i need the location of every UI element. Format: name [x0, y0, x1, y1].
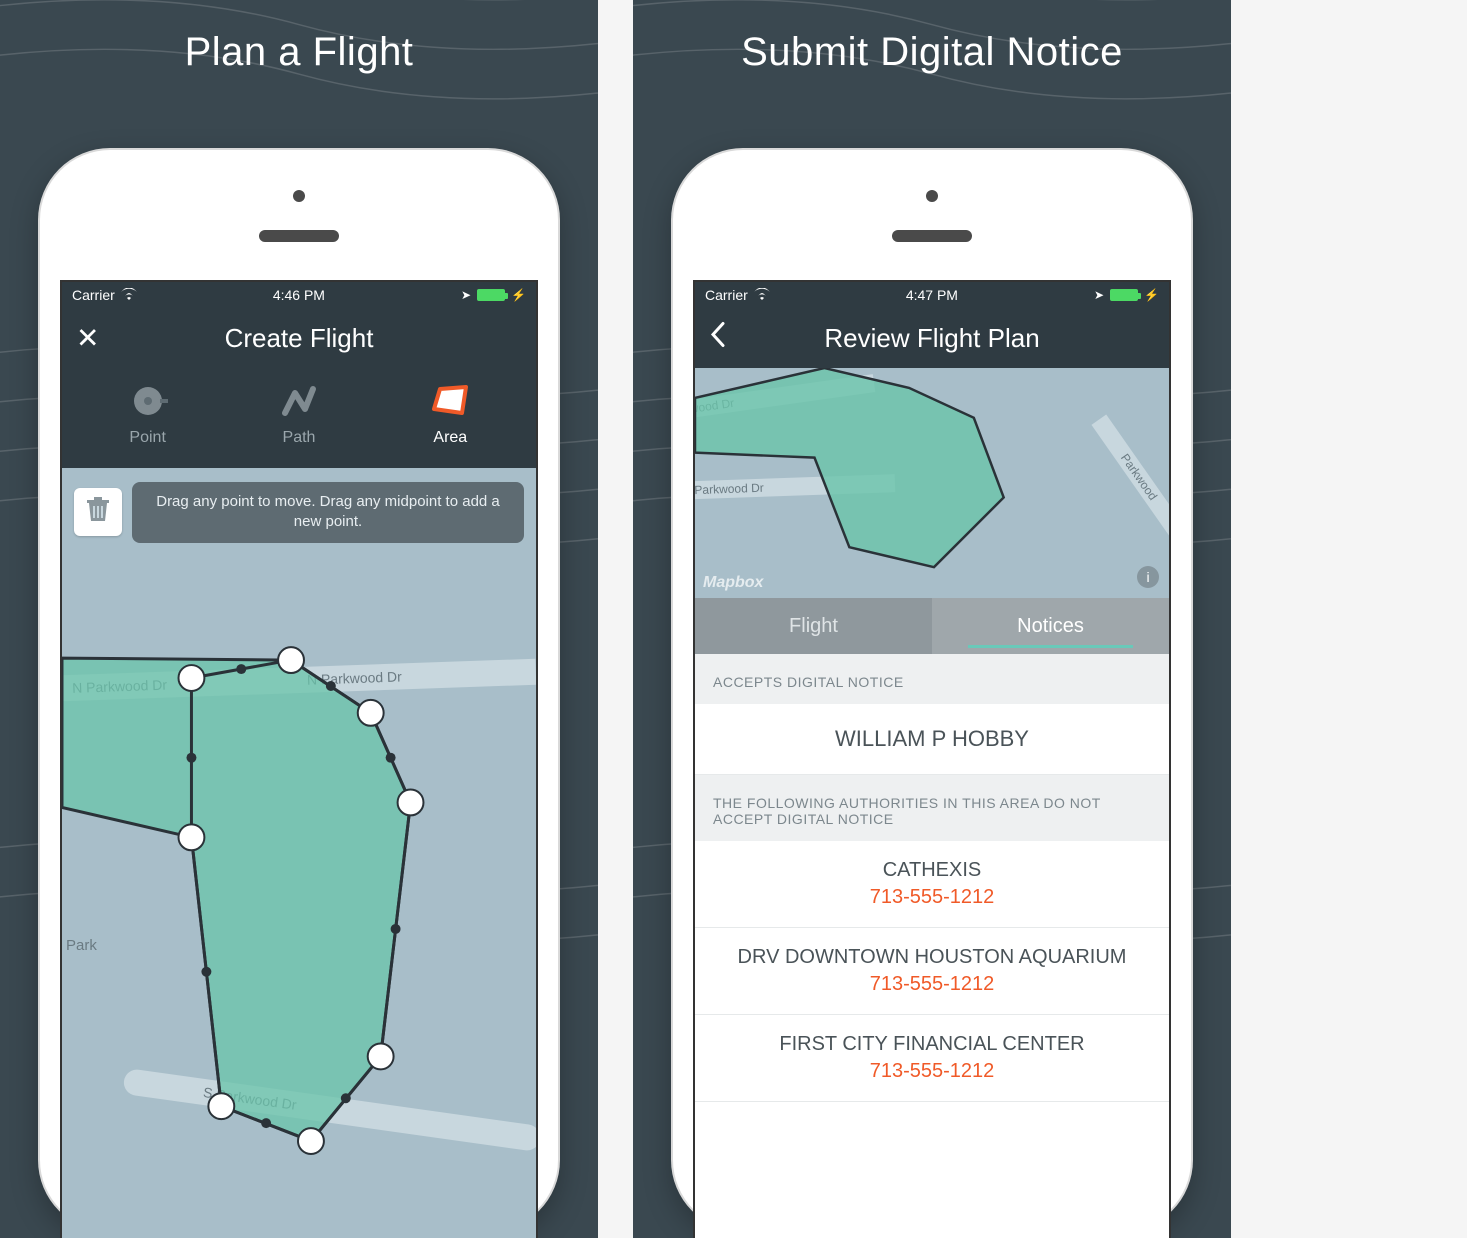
panel-gap-2: [1231, 0, 1467, 1238]
nav-header: ✕ Create Flight: [62, 308, 536, 368]
tab-flight[interactable]: Flight: [695, 598, 932, 654]
close-icon: ✕: [76, 323, 99, 354]
review-tabs: Flight Notices: [695, 598, 1169, 654]
authority-name: DRV DOWNTOWN HOUSTON AQUARIUM: [705, 946, 1159, 969]
authority-phone: 713-555-1212: [705, 886, 1159, 909]
accepts-header: ACCEPTS DIGITAL NOTICE: [695, 654, 1169, 704]
promo-panel-notice: Submit Digital Notice Carrier 4:47 PM ➤ …: [633, 0, 1231, 1238]
authority-name: CATHEXIS: [705, 859, 1159, 882]
nav-title: Review Flight Plan: [824, 323, 1039, 354]
map-canvas[interactable]: N Parkwood Dr N Parkwood Dr S Parkwood D…: [62, 557, 536, 1238]
info-icon: i: [1146, 569, 1149, 585]
authority-row[interactable]: DRV DOWNTOWN HOUSTON AQUARIUM 713-555-12…: [695, 928, 1169, 1015]
accepts-name: WILLIAM P HOBBY: [695, 704, 1169, 775]
tool-point-label: Point: [129, 429, 165, 447]
authority-phone: 713-555-1212: [705, 1060, 1159, 1083]
headline-notice: Submit Digital Notice: [633, 30, 1231, 75]
tool-area[interactable]: Area: [390, 379, 510, 447]
point-icon: [126, 379, 170, 423]
location-icon: ➤: [461, 288, 471, 302]
trash-icon: [86, 497, 110, 528]
screen-left: Carrier 4:46 PM ➤ ⚡ ✕ Create Flight: [60, 280, 538, 1238]
hint-text: Drag any point to move. Drag any midpoin…: [132, 482, 524, 543]
tool-point[interactable]: Point: [88, 379, 208, 447]
nav-title: Create Flight: [225, 323, 374, 354]
notices-list[interactable]: ACCEPTS DIGITAL NOTICE WILLIAM P HOBBY T…: [695, 654, 1169, 1238]
phone-mockup-right: Carrier 4:47 PM ➤ ⚡ Rev: [673, 150, 1191, 1230]
path-icon: [277, 379, 321, 423]
panel-gap-1: [598, 0, 633, 1238]
status-time: 4:46 PM: [273, 287, 325, 303]
trash-button[interactable]: [74, 488, 122, 536]
wifi-icon: [754, 287, 770, 303]
flight-area-shape: [695, 368, 1169, 597]
back-button[interactable]: [709, 322, 727, 355]
phone-mockup-left: Carrier 4:46 PM ➤ ⚡ ✕ Create Flight: [40, 150, 558, 1230]
authority-row[interactable]: CATHEXIS 713-555-1212: [695, 841, 1169, 928]
area-icon: [428, 379, 472, 423]
authority-name: FIRST CITY FINANCIAL CENTER: [705, 1033, 1159, 1056]
close-button[interactable]: ✕: [76, 322, 99, 355]
tab-notices[interactable]: Notices: [932, 598, 1169, 654]
screen-right: Carrier 4:47 PM ➤ ⚡ Rev: [693, 280, 1171, 1238]
tool-path-label: Path: [283, 429, 316, 447]
carrier-label: Carrier: [705, 287, 748, 303]
map-info-button[interactable]: i: [1137, 566, 1159, 588]
authority-phone: 713-555-1212: [705, 973, 1159, 996]
battery-icon: [1110, 289, 1138, 301]
carrier-label: Carrier: [72, 287, 115, 303]
promo-panel-plan: Plan a Flight Carrier 4:46 PM ➤ ⚡: [0, 0, 598, 1238]
hint-row: Drag any point to move. Drag any midpoin…: [62, 468, 536, 557]
tool-area-label: Area: [433, 429, 467, 447]
battery-icon: [477, 289, 505, 301]
status-time: 4:47 PM: [906, 287, 958, 303]
map-attribution: Mapbox: [703, 574, 763, 592]
noaccept-header: THE FOLLOWING AUTHORITIES IN THIS AREA D…: [695, 775, 1169, 841]
flight-area-polygon[interactable]: [62, 557, 536, 1238]
chevron-left-icon: [709, 323, 727, 354]
map-preview[interactable]: kwood Dr S Parkwood Dr Parkwood Mapbox i: [695, 368, 1169, 598]
authority-row[interactable]: FIRST CITY FINANCIAL CENTER 713-555-1212: [695, 1015, 1169, 1102]
tab-flight-label: Flight: [789, 615, 838, 638]
nav-header: Review Flight Plan: [695, 308, 1169, 368]
location-icon: ➤: [1094, 288, 1104, 302]
tool-path[interactable]: Path: [239, 379, 359, 447]
status-bar: Carrier 4:46 PM ➤ ⚡: [62, 282, 536, 308]
status-bar: Carrier 4:47 PM ➤ ⚡: [695, 282, 1169, 308]
charging-icon: ⚡: [1144, 288, 1159, 302]
headline-plan: Plan a Flight: [0, 30, 598, 75]
shape-tool-row: Point Path Area: [62, 368, 536, 468]
wifi-icon: [121, 287, 137, 303]
tab-notices-label: Notices: [1017, 615, 1084, 638]
charging-icon: ⚡: [511, 288, 526, 302]
